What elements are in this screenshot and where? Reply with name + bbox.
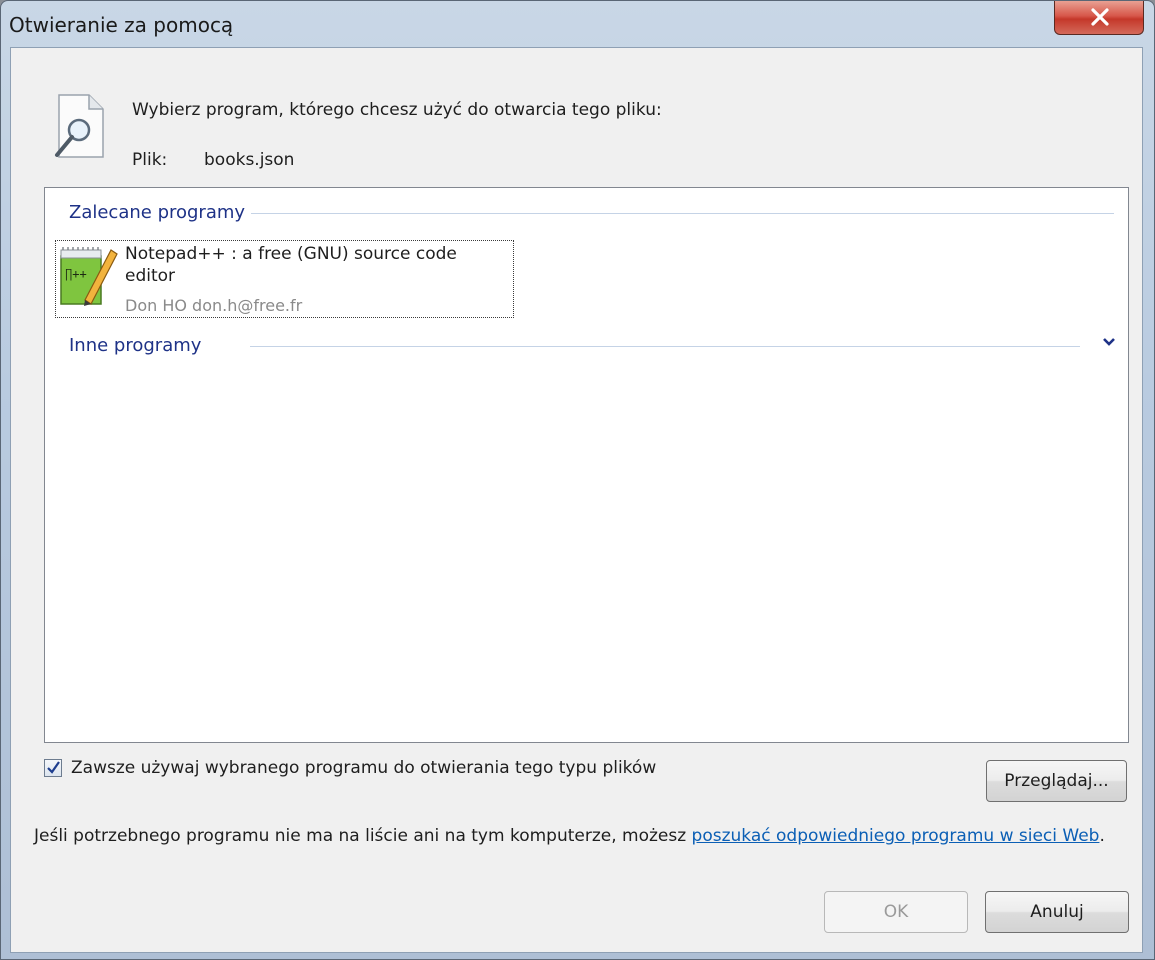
- info-text: Jeśli potrzebnego programu nie ma na liś…: [34, 823, 1124, 850]
- program-list[interactable]: Zalecane programy ∏++ Notepad++ : a free…: [44, 187, 1129, 743]
- program-name: Notepad++ : a free (GNU) source code edi…: [125, 244, 457, 286]
- cancel-button[interactable]: Anuluj: [985, 891, 1129, 933]
- info-text-prefix: Jeśli potrzebnego programu nie ma na liś…: [34, 826, 692, 846]
- list-item[interactable]: ∏++ Notepad++ : a free (GNU) source code…: [55, 240, 514, 318]
- info-text-suffix: .: [1099, 826, 1105, 846]
- always-use-label[interactable]: Zawsze używaj wybranego programu do otwi…: [71, 758, 656, 778]
- recommended-group-header: Zalecane programy: [69, 202, 252, 223]
- other-divider: [250, 346, 1080, 347]
- file-name: books.json: [204, 150, 295, 170]
- title-bar[interactable]: Otwieranie za pomocą: [1, 1, 1154, 47]
- dialog-client-area: Wybierz program, którego chcesz użyć do …: [10, 47, 1143, 953]
- program-publisher: Don HO don.h@free.fr: [125, 296, 303, 315]
- chevron-down-icon[interactable]: [1102, 333, 1116, 352]
- svg-text:∏++: ∏++: [65, 267, 87, 281]
- close-icon: [1091, 8, 1109, 26]
- checkmark-icon: [47, 761, 60, 774]
- ok-button[interactable]: OK: [824, 891, 968, 933]
- browse-button[interactable]: Przeglądaj...: [986, 760, 1127, 802]
- notepad-plus-plus-icon: ∏++: [57, 244, 119, 314]
- open-with-dialog: Otwieranie za pomocą Wybierz program, kt…: [0, 0, 1155, 960]
- recommended-divider: [225, 213, 1114, 214]
- always-use-checkbox[interactable]: [44, 759, 62, 777]
- file-label: Plik:: [132, 150, 168, 170]
- prompt-text: Wybierz program, którego chcesz użyć do …: [132, 100, 662, 120]
- file-search-icon: [49, 93, 109, 171]
- other-group-header: Inne programy: [69, 335, 208, 356]
- search-web-link[interactable]: poszukać odpowiedniego programu w sieci …: [692, 826, 1100, 846]
- close-button[interactable]: [1054, 1, 1144, 35]
- window-title: Otwieranie za pomocą: [9, 13, 234, 37]
